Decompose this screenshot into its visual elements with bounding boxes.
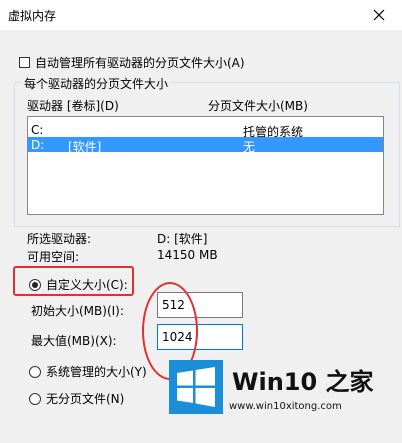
no-paging-file-radio[interactable]: 无分页文件(N) <box>29 390 124 407</box>
selected-drive-value: D: [软件] <box>157 232 208 246</box>
auto-manage-checkbox[interactable]: 自动管理所有驱动器的分页文件大小(A) <box>19 54 245 71</box>
close-button[interactable] <box>356 0 402 30</box>
window-title: 虚拟内存 <box>8 9 57 23</box>
column-header-size: 分页文件大小(MB) <box>208 99 308 113</box>
highlight-rectangle <box>13 266 134 296</box>
drive-letter: C: <box>31 123 44 137</box>
watermark-title: Win10 之家 <box>232 368 374 396</box>
drive-label: [软件] <box>68 140 102 154</box>
title-bar: 虚拟内存 <box>0 0 402 30</box>
available-space-label: 可用空间: <box>27 250 80 264</box>
no-paging-file-label: 无分页文件(N) <box>46 392 125 406</box>
system-managed-radio[interactable]: 系统管理的大小(Y) <box>29 363 147 380</box>
watermark: Win10 之家 www.win10xitong.com <box>165 348 402 443</box>
group-legend: 每个驱动器的分页文件大小 <box>22 75 171 92</box>
initial-size-label: 初始大小(MB)(I): <box>31 304 124 318</box>
checkbox-box[interactable] <box>19 57 30 68</box>
selected-drive-label: 所选驱动器: <box>27 232 92 246</box>
max-size-label: 最大值(MB)(X): <box>31 334 117 348</box>
radio-indicator[interactable] <box>29 392 41 405</box>
radio-indicator[interactable] <box>29 365 41 378</box>
watermark-url: www.win10xitong.com <box>229 401 342 412</box>
close-icon <box>373 9 385 21</box>
system-managed-label: 系统管理的大小(Y) <box>46 365 147 379</box>
windows-logo-icon <box>169 360 223 414</box>
column-header-drive: 驱动器 [卷标](D) <box>27 99 119 113</box>
dialog-body: 自动管理所有驱动器的分页文件大小(A) 每个驱动器的分页文件大小 驱动器 [卷标… <box>0 30 402 423</box>
available-space-value: 14150 MB <box>157 248 218 262</box>
drive-list[interactable]: C: 托管的系统 D: [软件] 无 <box>27 116 384 215</box>
list-item-d[interactable]: D: [软件] 无 <box>28 137 383 154</box>
drive-letter: D: <box>31 138 45 152</box>
list-item-c[interactable]: C: 托管的系统 <box>28 122 383 139</box>
auto-manage-label: 自动管理所有驱动器的分页文件大小(A) <box>35 56 245 70</box>
paging-size: 无 <box>243 140 256 154</box>
